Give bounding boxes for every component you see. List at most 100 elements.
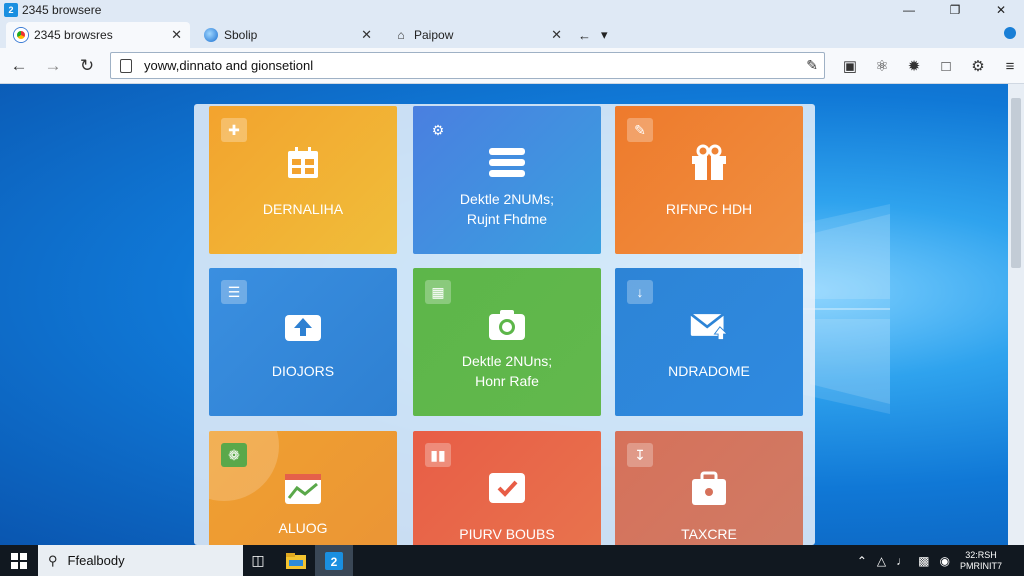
gift-icon [689, 144, 729, 182]
tab-bar: 2345 browsres ✕ Sbolip ✕ ⌂ Paipow ✕ ← ▾ [0, 20, 1024, 48]
page-icon [120, 58, 132, 73]
tab-paipow[interactable]: ⌂ Paipow ✕ [386, 22, 570, 48]
upload-icon [283, 306, 323, 344]
dropdown-caret-icon[interactable]: ▾ [601, 27, 608, 43]
sliders-icon: ☰ [221, 280, 247, 304]
toolbar-actions: ▣ ⚛ ✹ □ ⚙ ≡ [834, 48, 1024, 84]
tab-label: 2345 browsres [34, 28, 113, 42]
tile-label: NDRADOME [668, 363, 750, 379]
toolbar: ← → ↻ ✎ ▣ ⚛ ✹ □ ⚙ ≡ [0, 48, 1024, 84]
mail-icon [689, 306, 729, 344]
tile-label: RIFNPC HDH [665, 201, 753, 217]
grid-icon: ▦ [425, 280, 451, 304]
doc-icon: ↧ [627, 443, 653, 467]
tab-close-icon[interactable]: ✕ [171, 27, 182, 43]
extension-icon[interactable]: ⚛ [866, 51, 898, 81]
tile-label: DERNALIHA [262, 201, 344, 217]
chart-icon [283, 469, 323, 507]
calendar-icon [283, 144, 323, 182]
tile-ndradome[interactable]: ↓ NDRADOME [615, 268, 803, 416]
tile-label: ALUOG [278, 520, 328, 536]
svg-text:2: 2 [331, 555, 338, 569]
check-icon [487, 469, 527, 507]
tab-2345[interactable]: 2345 browsres ✕ [6, 22, 190, 48]
clock-date: PMRINIT7 [959, 560, 1002, 571]
book-icon: ▮▮ [425, 443, 451, 467]
taskbar-search-text: Ffealbody [67, 553, 125, 568]
taskbar-search[interactable]: ⚲ Ffealbody [38, 545, 243, 576]
tile-dernaliha[interactable]: ✚ DERNALIHA [209, 106, 397, 254]
puzzle-icon[interactable]: ✹ [898, 51, 930, 81]
window-title: 2345 browsere [22, 3, 102, 17]
network-icon[interactable]: △ [877, 554, 886, 568]
home-icon: ⌂ [397, 28, 405, 42]
volume-icon[interactable]: ♩ [896, 554, 908, 568]
tile-taxcre[interactable]: ↧ TAXCRE [615, 431, 803, 545]
account-dot-icon[interactable] [1004, 27, 1016, 39]
start-button[interactable] [0, 545, 38, 576]
tab-close-icon[interactable]: ✕ [551, 27, 562, 43]
chrome-icon [14, 28, 28, 42]
clock[interactable]: 32:RSH PMRINIT7 [960, 550, 1002, 572]
tile-piurv[interactable]: ▮▮ PIURV BOUBS [413, 431, 601, 545]
tab-close-icon[interactable]: ✕ [361, 27, 372, 43]
tab-label: Sbolip [224, 28, 258, 42]
window-controls: — ❐ ✕ [886, 0, 1024, 20]
tile-label: Dektle 2NUMs; [459, 191, 555, 207]
desktop-background: ✚ DERNALIHA ⚙ Dektle 2NUMs; Rujnt Fhdme … [0, 84, 1024, 545]
back-button[interactable]: ← [4, 51, 34, 81]
camera-icon [487, 306, 527, 344]
settings-gear-icon[interactable]: ⚙ [962, 51, 994, 81]
forward-button[interactable]: → [38, 51, 68, 81]
tile-label: DIOJORS [271, 363, 335, 379]
title-bar: 2 2345 browsere — ❐ ✕ [0, 0, 1024, 20]
list-icon [487, 144, 527, 182]
tile-label: PIURV BOUBS [459, 526, 555, 542]
tile-panel: ✚ DERNALIHA ⚙ Dektle 2NUMs; Rujnt Fhdme … [194, 104, 815, 545]
tile-sublabel: Rujnt Fhdme [466, 211, 548, 227]
maximize-icon[interactable]: ❐ [932, 0, 978, 20]
tile-label: Dektle 2NUns; [461, 353, 553, 369]
windows-start-icon [11, 552, 27, 569]
file-explorer-icon[interactable] [277, 545, 315, 576]
window-icon[interactable]: □ [930, 51, 962, 81]
plus-box-icon: ✚ [221, 118, 247, 142]
blue-orb-icon [204, 28, 218, 42]
scrollbar-thumb[interactable] [1011, 98, 1021, 268]
download-icon: ↓ [627, 280, 653, 304]
notification-icon[interactable]: ◉ [940, 554, 950, 568]
briefcase-icon [689, 469, 729, 507]
menu-icon[interactable]: ≡ [994, 51, 1024, 81]
taskbar: ⚲ Ffealbody ◫ 2 ⌃ △ ♩ ▩ ◉ 32:RSH PMRINIT… [0, 545, 1024, 576]
tab-extra-controls: ← ▾ [578, 22, 608, 48]
tile-label: TAXCRE [681, 526, 737, 542]
tile-dektle-2[interactable]: ▦ Dektle 2NUns; Honr Rafe [413, 268, 601, 416]
tab-sbolip[interactable]: Sbolip ✕ [196, 22, 380, 48]
back-arrow-icon[interactable]: ← [578, 28, 591, 43]
task-view-button[interactable]: ◫ [239, 545, 277, 576]
tile-diojors[interactable]: ☰ DIOJORS [209, 268, 397, 416]
tray-chevron-icon[interactable]: ⌃ [857, 554, 867, 568]
reload-button[interactable]: ↻ [72, 51, 102, 81]
scrollbar[interactable] [1008, 84, 1024, 545]
browser-logo-icon: 2 [4, 3, 18, 17]
address-bar[interactable]: ✎ [110, 52, 825, 79]
bookmark-icon[interactable]: ▣ [834, 51, 866, 81]
clock-time: 32:RSH [965, 549, 997, 560]
search-icon: ⚲ [48, 552, 58, 568]
tile-rifnpc[interactable]: ✎ RIFNPC HDH [615, 106, 803, 254]
system-tray: ⌃ △ ♩ ▩ ◉ 32:RSH PMRINIT7 [857, 545, 1024, 576]
tab-label: Paipow [414, 28, 454, 42]
browser-taskbar-icon[interactable]: 2 [315, 545, 353, 576]
address-input[interactable] [144, 58, 784, 73]
pen-icon[interactable]: ✎ [806, 57, 818, 74]
tile-aluog[interactable]: ❁ ALUOG [209, 431, 397, 545]
close-window-icon[interactable]: ✕ [978, 0, 1024, 20]
battery-icon[interactable]: ▩ [918, 554, 929, 568]
pencil-icon: ✎ [627, 118, 653, 142]
minimize-icon[interactable]: — [886, 0, 932, 20]
gear-icon: ⚙ [431, 121, 445, 138]
leaf-icon: ❁ [221, 443, 247, 467]
tile-dektle-1[interactable]: ⚙ Dektle 2NUMs; Rujnt Fhdme [413, 106, 601, 254]
tile-sublabel: Honr Rafe [475, 373, 539, 389]
